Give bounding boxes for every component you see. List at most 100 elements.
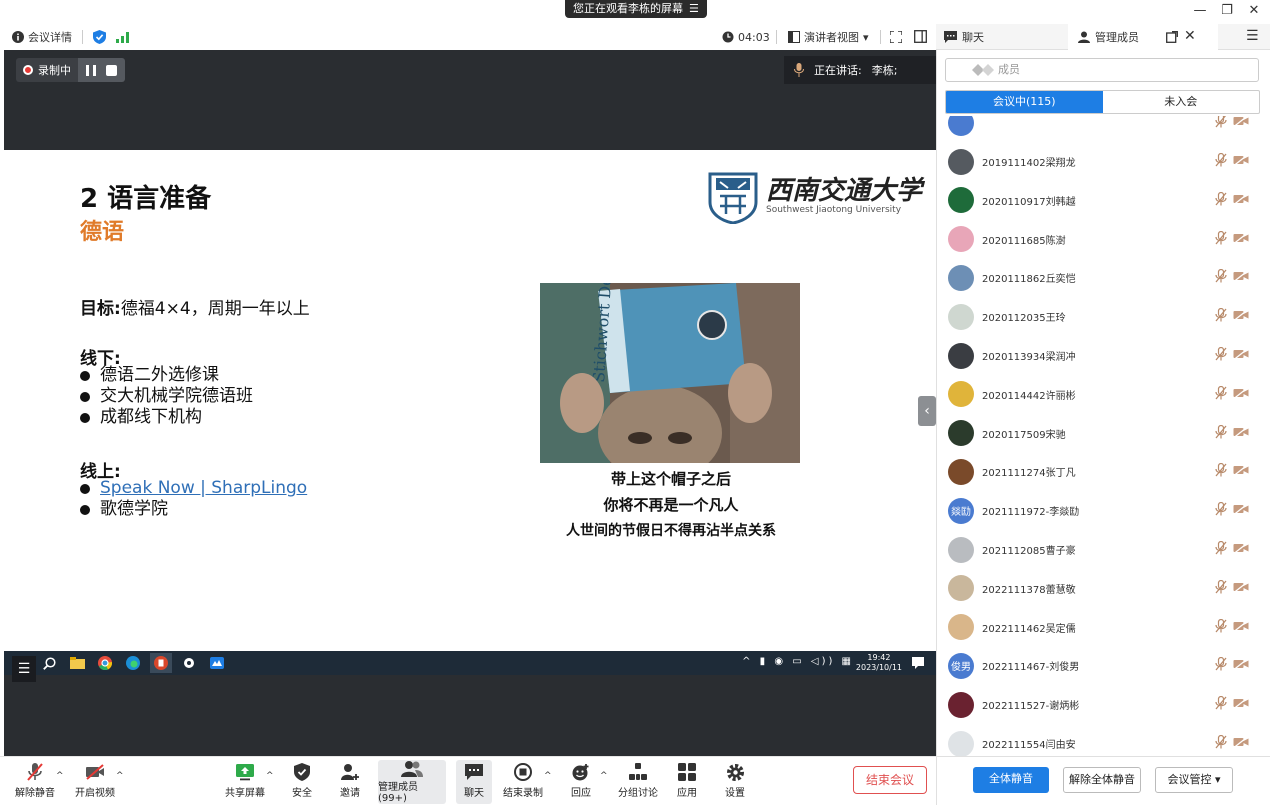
security-button[interactable]: 安全 xyxy=(286,760,318,804)
participant-row[interactable]: 2022111554闫由安 xyxy=(937,724,1270,756)
camera-off-icon[interactable] xyxy=(1233,116,1249,130)
share-options-caret-icon[interactable]: ^ xyxy=(266,771,274,781)
tab-chat[interactable]: 聊天 xyxy=(936,24,1068,50)
camera-off-icon[interactable] xyxy=(1233,619,1249,635)
participant-row[interactable]: 2020111862丘奕恺 xyxy=(937,258,1270,297)
mic-muted-icon[interactable] xyxy=(1215,152,1227,170)
stop-record-icon xyxy=(514,763,532,781)
participant-row[interactable]: 2021112085曹子豪 xyxy=(937,530,1270,569)
camera-off-icon[interactable] xyxy=(1233,697,1249,712)
camera-off-icon[interactable] xyxy=(1233,231,1249,247)
participant-row[interactable]: 2020114442许丽彬 xyxy=(937,375,1270,414)
signal-icon[interactable] xyxy=(116,31,129,43)
participant-row[interactable]: 2020117509宋驰 xyxy=(937,414,1270,453)
close-panel-icon[interactable]: ✕ xyxy=(1184,28,1196,44)
share-banner[interactable]: 您正在观看李栋的屏幕 ☰ xyxy=(565,0,707,18)
participant-row-partial[interactable] xyxy=(937,116,1270,142)
camera-off-icon[interactable] xyxy=(1233,192,1249,208)
meeting-details-button[interactable]: 会议详情 xyxy=(12,29,72,45)
mic-muted-icon[interactable] xyxy=(1215,308,1227,325)
collapse-panel-button[interactable]: ‹ xyxy=(918,396,936,426)
menu-icon[interactable]: ☰ xyxy=(1246,28,1259,44)
stage-menu-icon[interactable]: ☰ xyxy=(12,656,36,682)
participant-row[interactable]: 2021111274张丁凡 xyxy=(937,452,1270,491)
participant-row[interactable]: 燚劻 2021111972-李燚劻 xyxy=(937,491,1270,530)
camera-off-icon[interactable] xyxy=(1233,735,1249,751)
member-search-input[interactable]: 成员 xyxy=(945,58,1259,82)
pop-out-icon[interactable] xyxy=(1166,31,1178,43)
mic-muted-icon[interactable] xyxy=(1215,385,1227,403)
camera-off-icon[interactable] xyxy=(1233,386,1249,402)
view-mode-dropdown[interactable]: 演讲者视图 ▾ xyxy=(788,29,869,45)
mic-muted-icon[interactable] xyxy=(1215,502,1227,519)
share-screen-button[interactable]: 共享屏幕 xyxy=(222,760,268,804)
participant-row[interactable]: 2022111527-谢炳彬 xyxy=(937,685,1270,724)
shield-check-icon[interactable] xyxy=(93,30,106,44)
camera-off-icon[interactable] xyxy=(1233,347,1249,363)
unmute-button[interactable]: 解除静音 xyxy=(12,760,58,804)
camera-off-icon[interactable] xyxy=(1233,503,1249,518)
close-window-button[interactable]: ✕ xyxy=(1242,2,1266,20)
participant-list[interactable]: 2019111402梁翔龙 2020110917刘韩越 2020111685陈澍 20… xyxy=(937,116,1270,756)
participant-row[interactable]: 2022111378蕾慧敬 xyxy=(937,569,1270,608)
avatar: 俊男 xyxy=(948,652,974,679)
apps-button[interactable]: 应用 xyxy=(672,760,702,804)
avatar xyxy=(948,420,974,447)
participant-row[interactable]: 2022111462吴定儒 xyxy=(937,608,1270,647)
mic-muted-icon[interactable] xyxy=(1215,734,1227,752)
meeting-controls-dropdown[interactable]: 会议管控 ▾ xyxy=(1155,767,1233,793)
camera-off-icon[interactable] xyxy=(1233,541,1249,557)
mic-muted-icon[interactable] xyxy=(1215,696,1227,713)
mic-muted-icon[interactable] xyxy=(1215,657,1227,674)
chat-button[interactable]: 聊天 xyxy=(456,760,492,804)
mic-muted-icon[interactable] xyxy=(1215,116,1227,131)
end-meeting-button[interactable]: 结束会议 xyxy=(853,766,927,794)
participant-row[interactable]: 2020113934梁润冲 xyxy=(937,336,1270,375)
restore-button[interactable]: ❐ xyxy=(1215,2,1239,20)
mic-muted-icon[interactable] xyxy=(1215,269,1227,286)
clock-icon xyxy=(722,31,734,43)
end-recording-button[interactable]: 结束录制 xyxy=(502,760,544,804)
stop-recording-icon[interactable] xyxy=(106,64,117,76)
participant-row[interactable]: 2020112035王玲 xyxy=(937,297,1270,336)
mute-all-button[interactable]: 全体静音 xyxy=(973,767,1049,793)
manage-members-button[interactable]: 管理成员(99+) xyxy=(378,760,446,804)
pause-recording-icon[interactable] xyxy=(86,64,96,76)
mic-muted-icon[interactable] xyxy=(1215,230,1227,248)
participant-row[interactable]: 2020111685陈澍 xyxy=(937,220,1270,259)
reaction-button[interactable]: 回应 xyxy=(566,760,596,804)
fullscreen-icon[interactable] xyxy=(890,31,902,43)
breakout-button[interactable]: 分组讨论 xyxy=(616,760,660,804)
mic-muted-icon[interactable] xyxy=(1215,424,1227,442)
participant-row[interactable]: 2019111402梁翔龙 xyxy=(937,142,1270,181)
record-options-caret-icon[interactable]: ^ xyxy=(544,771,552,781)
minimize-button[interactable]: — xyxy=(1188,2,1212,20)
camera-off-icon[interactable] xyxy=(1233,153,1249,169)
camera-off-icon[interactable] xyxy=(1233,425,1249,441)
camera-off-icon[interactable] xyxy=(1233,658,1249,673)
start-video-button[interactable]: 开启视频 xyxy=(72,760,118,804)
mic-muted-icon[interactable] xyxy=(1215,618,1227,636)
mic-muted-icon[interactable] xyxy=(1215,540,1227,558)
participant-row[interactable]: 2020110917刘韩越 xyxy=(937,181,1270,220)
camera-off-icon[interactable] xyxy=(1233,309,1249,324)
mic-muted-icon[interactable] xyxy=(1215,346,1227,364)
camera-off-icon[interactable] xyxy=(1233,270,1249,285)
video-options-caret-icon[interactable]: ^ xyxy=(116,771,124,781)
reaction-options-caret-icon[interactable]: ^ xyxy=(600,771,608,781)
invite-button[interactable]: 邀请 xyxy=(334,760,366,804)
camera-off-icon[interactable] xyxy=(1233,464,1249,479)
mic-muted-icon[interactable] xyxy=(1215,191,1227,209)
tab-not-joined[interactable]: 未入会 xyxy=(1103,91,1260,113)
audio-options-caret-icon[interactable]: ^ xyxy=(56,771,64,781)
tab-in-meeting[interactable]: 会议中(115) xyxy=(946,91,1103,113)
camera-off-icon[interactable] xyxy=(1233,580,1249,596)
sharplingo-link[interactable]: Speak Now | SharpLingo xyxy=(100,478,307,499)
mic-muted-icon[interactable] xyxy=(1215,579,1227,597)
settings-button[interactable]: 设置 xyxy=(720,760,750,804)
taskbar-time: 19:42 xyxy=(867,653,891,662)
unmute-all-button[interactable]: 解除全体静音 xyxy=(1063,767,1141,793)
participant-row[interactable]: 俊男 2022111467-刘俊男 xyxy=(937,646,1270,685)
mic-muted-icon[interactable] xyxy=(1215,463,1227,480)
side-panel-icon[interactable] xyxy=(914,30,927,43)
